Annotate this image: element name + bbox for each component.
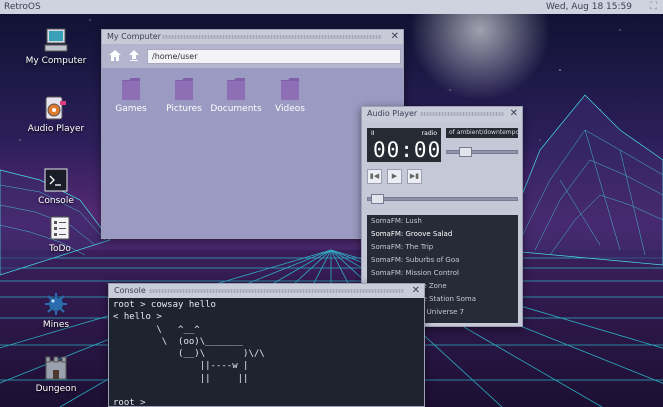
playlist-item[interactable]: SomaFM: The Trip [367, 241, 518, 254]
file-manager-window[interactable]: My Computer ✕ /home/user Games Pictures [101, 29, 404, 239]
desktop-icon-console[interactable]: Console [20, 167, 92, 206]
desktop-icon-my-computer[interactable]: My Computer [20, 27, 92, 66]
folder-icon [175, 78, 193, 100]
window-title: Audio Player [367, 109, 418, 118]
audio-player-icon [45, 96, 66, 120]
folder-label: Games [115, 104, 147, 114]
folder-label: Pictures [166, 104, 202, 114]
playlist-item[interactable]: SomaFM: Mission Control [367, 267, 518, 280]
volume-slider[interactable] [446, 150, 518, 154]
desktop-icon-mines[interactable]: Mines [20, 291, 92, 330]
folder-label: Videos [275, 104, 305, 114]
time-display: II radio 00:00 [367, 128, 441, 162]
close-icon[interactable]: ✕ [391, 30, 399, 44]
terminal-line: \ (oo)\_______ [113, 336, 244, 347]
console-window[interactable]: Console ✕ root > cowsay hello < hello > \… [108, 283, 425, 407]
folder-videos[interactable]: Videos [262, 78, 318, 114]
terminal-line: root > [113, 398, 151, 407]
drag-handle[interactable] [149, 289, 404, 293]
desktop-icon-label: Audio Player [27, 124, 85, 134]
up-arrow-icon[interactable] [129, 50, 139, 61]
close-icon[interactable]: ✕ [510, 107, 518, 121]
seek-bar-thumb[interactable] [371, 194, 385, 204]
dungeon-icon [45, 356, 67, 380]
console-icon [44, 168, 68, 192]
desktop-icon-audio-player[interactable]: Audio Player [20, 95, 92, 134]
terminal-output[interactable]: root > cowsay hello < hello > \ ^__^ \ (o… [113, 299, 420, 407]
drag-handle[interactable] [162, 35, 382, 39]
next-button[interactable]: ▶▮ [407, 169, 422, 184]
playlist-item[interactable]: SomaFM: Groove Salad [367, 228, 518, 241]
fullscreen-icon[interactable]: ⛶ [650, 0, 657, 14]
folder-icon [227, 78, 245, 100]
terminal-line: ||----w | [113, 361, 249, 372]
file-list: Games Pictures Documents Videos [102, 68, 403, 238]
top-bar: RetroOS Wed, Aug 18 15:59 ⛶ [0, 0, 663, 14]
window-title: My Computer [107, 32, 161, 41]
todo-icon [50, 216, 70, 240]
console-titlebar[interactable]: Console ✕ [109, 284, 424, 298]
terminal-line: root > cowsay hello [113, 300, 216, 310]
track-ticker: of ambient/downtempo [446, 128, 518, 138]
seek-bar[interactable] [367, 197, 518, 201]
computer-icon [44, 28, 68, 52]
desktop-icon-dungeon[interactable]: Dungeon [20, 355, 92, 394]
desktop-icon-label: Dungeon [35, 384, 77, 394]
window-title: Console [114, 286, 146, 295]
folder-icon [281, 78, 299, 100]
folder-icon [122, 78, 140, 100]
file-manager-titlebar[interactable]: My Computer ✕ [102, 30, 403, 44]
file-manager-toolbar: /home/user [102, 44, 403, 68]
play-button[interactable]: ▶ [387, 169, 402, 184]
desktop-icon-label: Console [38, 196, 74, 206]
folder-games[interactable]: Games [103, 78, 159, 114]
terminal-line: || || [113, 373, 249, 384]
playlist-item[interactable]: SomaFM: Suburbs of Goa [367, 254, 518, 267]
terminal-line: \ ^__^ [113, 324, 200, 335]
elapsed-time: 00:00 [373, 138, 442, 162]
desktop-icon-label: My Computer [25, 56, 87, 66]
audio-player-titlebar[interactable]: Audio Player ✕ [362, 107, 522, 121]
drag-handle[interactable] [420, 112, 504, 116]
playlist-item[interactable]: SomaFM: Lush [367, 215, 518, 228]
clock: Wed, Aug 18 15:59 [545, 2, 632, 12]
terminal-line: < hello > [113, 312, 162, 323]
close-icon[interactable]: ✕ [412, 284, 420, 298]
desktop-icon-todo[interactable]: ToDo [24, 215, 96, 254]
desktop-icon-label: ToDo [49, 244, 71, 254]
mines-icon [45, 293, 67, 315]
playback-status: II [371, 130, 375, 137]
folder-documents[interactable]: Documents [208, 78, 264, 114]
terminal-line: (__)\ )\/\ [113, 349, 265, 360]
previous-button[interactable]: ▮◀ [367, 169, 382, 184]
folder-pictures[interactable]: Pictures [156, 78, 212, 114]
path-input[interactable]: /home/user [147, 49, 401, 64]
home-icon[interactable] [109, 50, 121, 61]
mode-label: radio [421, 130, 437, 137]
volume-slider-thumb[interactable] [458, 147, 472, 157]
folder-label: Documents [210, 104, 262, 114]
os-brand[interactable]: RetroOS [4, 0, 41, 14]
desktop-icon-label: Mines [42, 320, 70, 330]
